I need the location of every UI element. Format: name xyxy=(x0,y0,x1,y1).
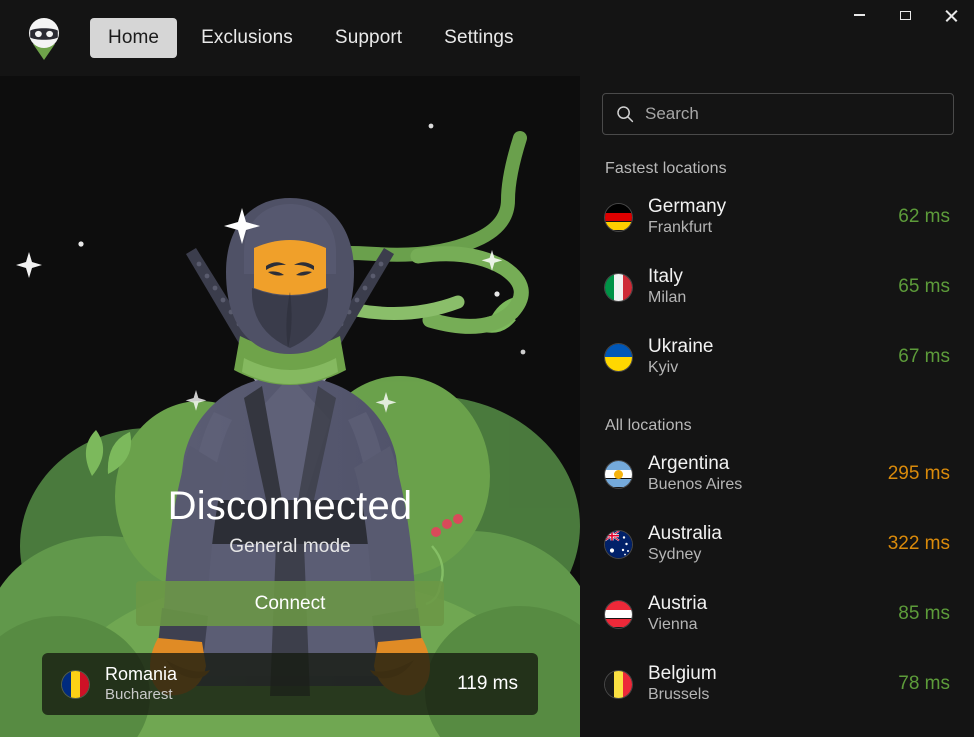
minimize-icon xyxy=(853,14,865,16)
all-locations-label: All locations xyxy=(605,417,692,434)
flag-italy-icon xyxy=(605,273,632,301)
location-row-italy[interactable]: Italy Milan 65 ms xyxy=(602,252,954,322)
location-country: Austria xyxy=(648,592,708,614)
location-ping: 78 ms xyxy=(898,673,950,694)
connection-status-title: Disconnected xyxy=(167,484,413,528)
location-ping: 295 ms xyxy=(887,463,950,484)
location-row-belgium[interactable]: Belgium Brussels 78 ms xyxy=(602,649,954,719)
location-text: Austria Vienna xyxy=(648,592,898,637)
search-icon xyxy=(617,106,634,123)
location-text: Ukraine Kyiv xyxy=(648,335,898,380)
maximize-button[interactable] xyxy=(882,0,928,30)
location-country: Australia xyxy=(648,522,722,544)
location-country: Belgium xyxy=(648,662,717,684)
minimize-button[interactable] xyxy=(836,0,882,30)
location-text: Italy Milan xyxy=(648,265,898,310)
current-location-ping: 119 ms xyxy=(457,673,518,694)
flag-austria-icon xyxy=(605,600,632,628)
vpn-app-window: Home Exclusions Support Settings Disconn… xyxy=(0,0,974,737)
flag-australia-icon xyxy=(605,530,632,558)
current-location-country: Romania xyxy=(105,663,178,684)
search-input[interactable] xyxy=(645,104,940,124)
location-text: Belgium Brussels xyxy=(648,662,898,707)
location-row-germany[interactable]: Germany Frankfurt 62 ms xyxy=(602,182,954,252)
current-location-text: Romania Bucharest xyxy=(105,664,457,705)
location-row-austria[interactable]: Austria Vienna 85 ms xyxy=(602,579,954,649)
search-box[interactable] xyxy=(602,93,954,135)
location-ping: 65 ms xyxy=(898,276,950,297)
location-ping: 67 ms xyxy=(898,346,950,367)
location-ping: 85 ms xyxy=(898,603,950,624)
location-city: Buenos Aires xyxy=(648,476,743,494)
location-city: Kyiv xyxy=(648,359,679,377)
hero-panel: Disconnected General mode Connect Romani… xyxy=(0,76,580,737)
location-text: Australia Sydney xyxy=(648,522,888,567)
location-row-ukraine[interactable]: Ukraine Kyiv 67 ms xyxy=(602,322,954,392)
close-icon xyxy=(945,9,958,22)
location-city: Vienna xyxy=(648,616,698,634)
location-city: Brussels xyxy=(648,686,710,704)
location-city: Sydney xyxy=(648,546,702,564)
maximize-icon xyxy=(899,10,911,20)
location-text: Argentina Buenos Aires xyxy=(648,452,888,497)
connection-mode-label: General mode xyxy=(229,536,351,557)
location-city: Milan xyxy=(648,289,687,307)
location-city: Frankfurt xyxy=(648,219,713,237)
current-location-city: Bucharest xyxy=(105,685,173,703)
location-country: Italy xyxy=(648,265,683,287)
location-text: Germany Frankfurt xyxy=(648,195,898,240)
location-country: Ukraine xyxy=(648,335,714,357)
flag-ukraine-icon xyxy=(605,343,632,371)
location-country: Germany xyxy=(648,195,727,217)
title-bar xyxy=(0,0,974,30)
location-row-argentina[interactable]: Argentina Buenos Aires 295 ms xyxy=(602,439,954,509)
flag-argentina-icon xyxy=(605,460,632,488)
flag-romania-icon xyxy=(62,670,89,698)
flag-germany-icon xyxy=(605,203,632,231)
locations-panel: Fastest locations Germany Frankfurt 62 m… xyxy=(580,0,974,737)
current-location-bar[interactable]: Romania Bucharest 119 ms xyxy=(42,653,538,715)
flag-belgium-icon xyxy=(605,670,632,698)
connect-button[interactable]: Connect xyxy=(136,581,444,626)
location-row-australia[interactable]: Australia Sydney 322 ms xyxy=(602,509,954,579)
fastest-locations-label: Fastest locations xyxy=(605,160,727,177)
location-ping: 322 ms xyxy=(887,533,950,554)
location-ping: 62 ms xyxy=(898,206,950,227)
location-country: Argentina xyxy=(648,452,730,474)
close-button[interactable] xyxy=(928,0,974,30)
hero-overlay: Disconnected General mode Connect Romani… xyxy=(0,484,580,737)
